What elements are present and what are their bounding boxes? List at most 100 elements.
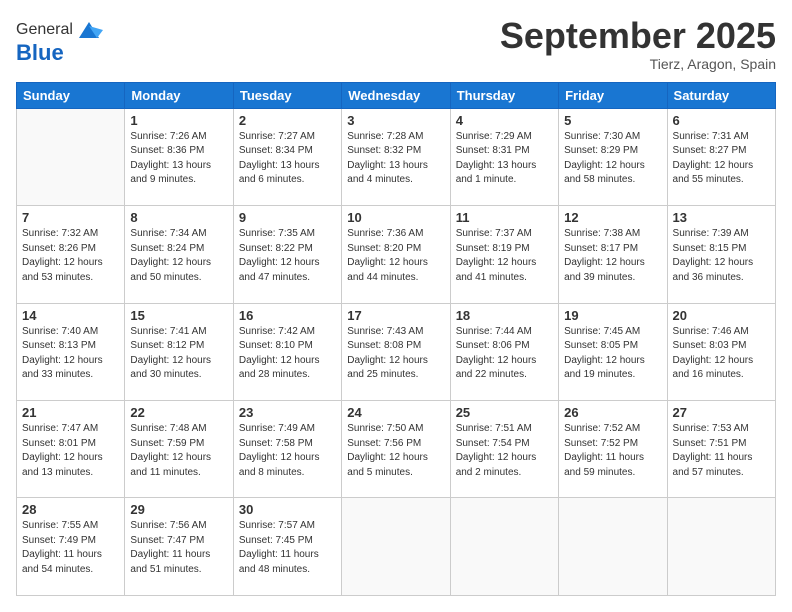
- day-info: Sunrise: 7:29 AMSunset: 8:31 PMDaylight:…: [456, 130, 553, 188]
- calendar-cell: 16Sunrise: 7:42 AMSunset: 8:10 PMDayligh…: [233, 303, 341, 400]
- calendar-cell: 28Sunrise: 7:55 AMSunset: 7:49 PMDayligh…: [17, 498, 125, 596]
- day-header-sunday: Sunday: [17, 82, 125, 108]
- day-info: Sunrise: 7:49 AMSunset: 7:58 PMDaylight:…: [239, 422, 336, 480]
- calendar-week-4: 28Sunrise: 7:55 AMSunset: 7:49 PMDayligh…: [17, 498, 776, 596]
- day-info: Sunrise: 7:27 AMSunset: 8:34 PMDaylight:…: [239, 130, 336, 188]
- calendar-cell: 11 Sunrise: 7:37 AMSunset: 8:19 PMDayligh…: [450, 206, 558, 303]
- day-number: 1: [130, 113, 227, 128]
- day-number: 30: [239, 502, 336, 517]
- day-number: 12: [564, 210, 661, 225]
- calendar-cell: 21Sunrise: 7:47 AMSunset: 8:01 PMDayligh…: [17, 401, 125, 498]
- day-info: Sunrise: 7:36 AMSunset: 8:20 PMDaylight:…: [347, 227, 444, 285]
- day-number: 19: [564, 308, 661, 323]
- day-info: Sunrise: 7:53 AMSunset: 7:51 PMDaylight:…: [673, 422, 770, 480]
- day-header-monday: Monday: [125, 82, 233, 108]
- day-info: Sunrise: 7:37 AMSunset: 8:19 PMDaylight:…: [456, 227, 553, 285]
- calendar-cell: 24 Sunrise: 7:50 AMSunset: 7:56 PMDayligh…: [342, 401, 450, 498]
- day-info: Sunrise: 7:41 AMSunset: 8:12 PMDaylight:…: [130, 325, 227, 383]
- calendar-cell: [559, 498, 667, 596]
- day-number: 17: [347, 308, 444, 323]
- day-number: 7: [22, 210, 119, 225]
- calendar-cell: 20Sunrise: 7:46 AMSunset: 8:03 PMDayligh…: [667, 303, 775, 400]
- day-header-friday: Friday: [559, 82, 667, 108]
- day-info: Sunrise: 7:43 AMSunset: 8:08 PMDaylight:…: [347, 325, 444, 383]
- calendar-cell: 2 Sunrise: 7:27 AMSunset: 8:34 PMDaylight…: [233, 108, 341, 205]
- day-info: Sunrise: 7:45 AMSunset: 8:05 PMDaylight:…: [564, 325, 661, 383]
- day-number: 3: [347, 113, 444, 128]
- day-number: 25: [456, 405, 553, 420]
- day-number: 9: [239, 210, 336, 225]
- day-number: 28: [22, 502, 119, 517]
- title-block: September 2025 Tierz, Aragon, Spain: [500, 16, 776, 72]
- calendar-cell: [17, 108, 125, 205]
- day-number: 16: [239, 308, 336, 323]
- day-number: 26: [564, 405, 661, 420]
- day-header-tuesday: Tuesday: [233, 82, 341, 108]
- calendar-week-3: 21Sunrise: 7:47 AMSunset: 8:01 PMDayligh…: [17, 401, 776, 498]
- day-number: 5: [564, 113, 661, 128]
- day-number: 21: [22, 405, 119, 420]
- day-number: 23: [239, 405, 336, 420]
- logo-general-text: General: [16, 21, 73, 39]
- calendar-cell: 9 Sunrise: 7:35 AMSunset: 8:22 PMDaylight…: [233, 206, 341, 303]
- calendar-cell: 19 Sunrise: 7:45 AMSunset: 8:05 PMDayligh…: [559, 303, 667, 400]
- day-info: Sunrise: 7:32 AMSunset: 8:26 PMDaylight:…: [22, 227, 119, 285]
- calendar-cell: [342, 498, 450, 596]
- day-info: Sunrise: 7:35 AMSunset: 8:22 PMDaylight:…: [239, 227, 336, 285]
- page: General Blue September 2025 Tierz, Arago…: [0, 0, 792, 612]
- day-number: 15: [130, 308, 227, 323]
- day-number: 22: [130, 405, 227, 420]
- location-subtitle: Tierz, Aragon, Spain: [500, 56, 776, 72]
- day-number: 18: [456, 308, 553, 323]
- calendar-cell: [667, 498, 775, 596]
- calendar-cell: 1 Sunrise: 7:26 AMSunset: 8:36 PMDaylight…: [125, 108, 233, 205]
- logo: General Blue: [16, 16, 103, 66]
- day-info: Sunrise: 7:57 AMSunset: 7:45 PMDaylight:…: [239, 519, 336, 577]
- day-number: 27: [673, 405, 770, 420]
- day-header-thursday: Thursday: [450, 82, 558, 108]
- calendar-cell: 29 Sunrise: 7:56 AMSunset: 7:47 PMDayligh…: [125, 498, 233, 596]
- calendar-cell: 17 Sunrise: 7:43 AMSunset: 8:08 PMDayligh…: [342, 303, 450, 400]
- day-info: Sunrise: 7:52 AMSunset: 7:52 PMDaylight:…: [564, 422, 661, 480]
- day-number: 6: [673, 113, 770, 128]
- calendar-cell: 7 Sunrise: 7:32 AMSunset: 8:26 PMDaylight…: [17, 206, 125, 303]
- day-info: Sunrise: 7:51 AMSunset: 7:54 PMDaylight:…: [456, 422, 553, 480]
- calendar-cell: 26 Sunrise: 7:52 AMSunset: 7:52 PMDayligh…: [559, 401, 667, 498]
- calendar-cell: 6 Sunrise: 7:31 AMSunset: 8:27 PMDaylight…: [667, 108, 775, 205]
- calendar-cell: 27 Sunrise: 7:53 AMSunset: 7:51 PMDayligh…: [667, 401, 775, 498]
- day-info: Sunrise: 7:26 AMSunset: 8:36 PMDaylight:…: [130, 130, 227, 188]
- day-info: Sunrise: 7:48 AMSunset: 7:59 PMDaylight:…: [130, 422, 227, 480]
- calendar-cell: 10 Sunrise: 7:36 AMSunset: 8:20 PMDayligh…: [342, 206, 450, 303]
- day-info: Sunrise: 7:28 AMSunset: 8:32 PMDaylight:…: [347, 130, 444, 188]
- calendar-cell: 18 Sunrise: 7:44 AMSunset: 8:06 PMDayligh…: [450, 303, 558, 400]
- day-number: 29: [130, 502, 227, 517]
- calendar-cell: 5Sunrise: 7:30 AMSunset: 8:29 PMDaylight…: [559, 108, 667, 205]
- logo-icon: [75, 16, 103, 44]
- calendar-cell: 3 Sunrise: 7:28 AMSunset: 8:32 PMDaylight…: [342, 108, 450, 205]
- day-number: 14: [22, 308, 119, 323]
- day-info: Sunrise: 7:31 AMSunset: 8:27 PMDaylight:…: [673, 130, 770, 188]
- calendar-cell: 23 Sunrise: 7:49 AMSunset: 7:58 PMDayligh…: [233, 401, 341, 498]
- day-info: Sunrise: 7:44 AMSunset: 8:06 PMDaylight:…: [456, 325, 553, 383]
- calendar-week-0: 1 Sunrise: 7:26 AMSunset: 8:36 PMDaylight…: [17, 108, 776, 205]
- calendar-cell: 30 Sunrise: 7:57 AMSunset: 7:45 PMDayligh…: [233, 498, 341, 596]
- month-title: September 2025: [500, 16, 776, 56]
- calendar-cell: 25 Sunrise: 7:51 AMSunset: 7:54 PMDayligh…: [450, 401, 558, 498]
- calendar-week-1: 7 Sunrise: 7:32 AMSunset: 8:26 PMDaylight…: [17, 206, 776, 303]
- day-number: 13: [673, 210, 770, 225]
- header: General Blue September 2025 Tierz, Arago…: [16, 16, 776, 72]
- day-info: Sunrise: 7:39 AMSunset: 8:15 PMDaylight:…: [673, 227, 770, 285]
- day-number: 24: [347, 405, 444, 420]
- calendar-cell: [450, 498, 558, 596]
- day-number: 2: [239, 113, 336, 128]
- calendar-cell: 8Sunrise: 7:34 AMSunset: 8:24 PMDaylight…: [125, 206, 233, 303]
- day-info: Sunrise: 7:50 AMSunset: 7:56 PMDaylight:…: [347, 422, 444, 480]
- day-number: 10: [347, 210, 444, 225]
- day-info: Sunrise: 7:38 AMSunset: 8:17 PMDaylight:…: [564, 227, 661, 285]
- calendar-cell: 13 Sunrise: 7:39 AMSunset: 8:15 PMDayligh…: [667, 206, 775, 303]
- calendar-cell: 4Sunrise: 7:29 AMSunset: 8:31 PMDaylight…: [450, 108, 558, 205]
- day-info: Sunrise: 7:40 AMSunset: 8:13 PMDaylight:…: [22, 325, 119, 383]
- day-number: 11: [456, 210, 553, 225]
- day-info: Sunrise: 7:56 AMSunset: 7:47 PMDaylight:…: [130, 519, 227, 577]
- calendar-week-2: 14 Sunrise: 7:40 AMSunset: 8:13 PMDayligh…: [17, 303, 776, 400]
